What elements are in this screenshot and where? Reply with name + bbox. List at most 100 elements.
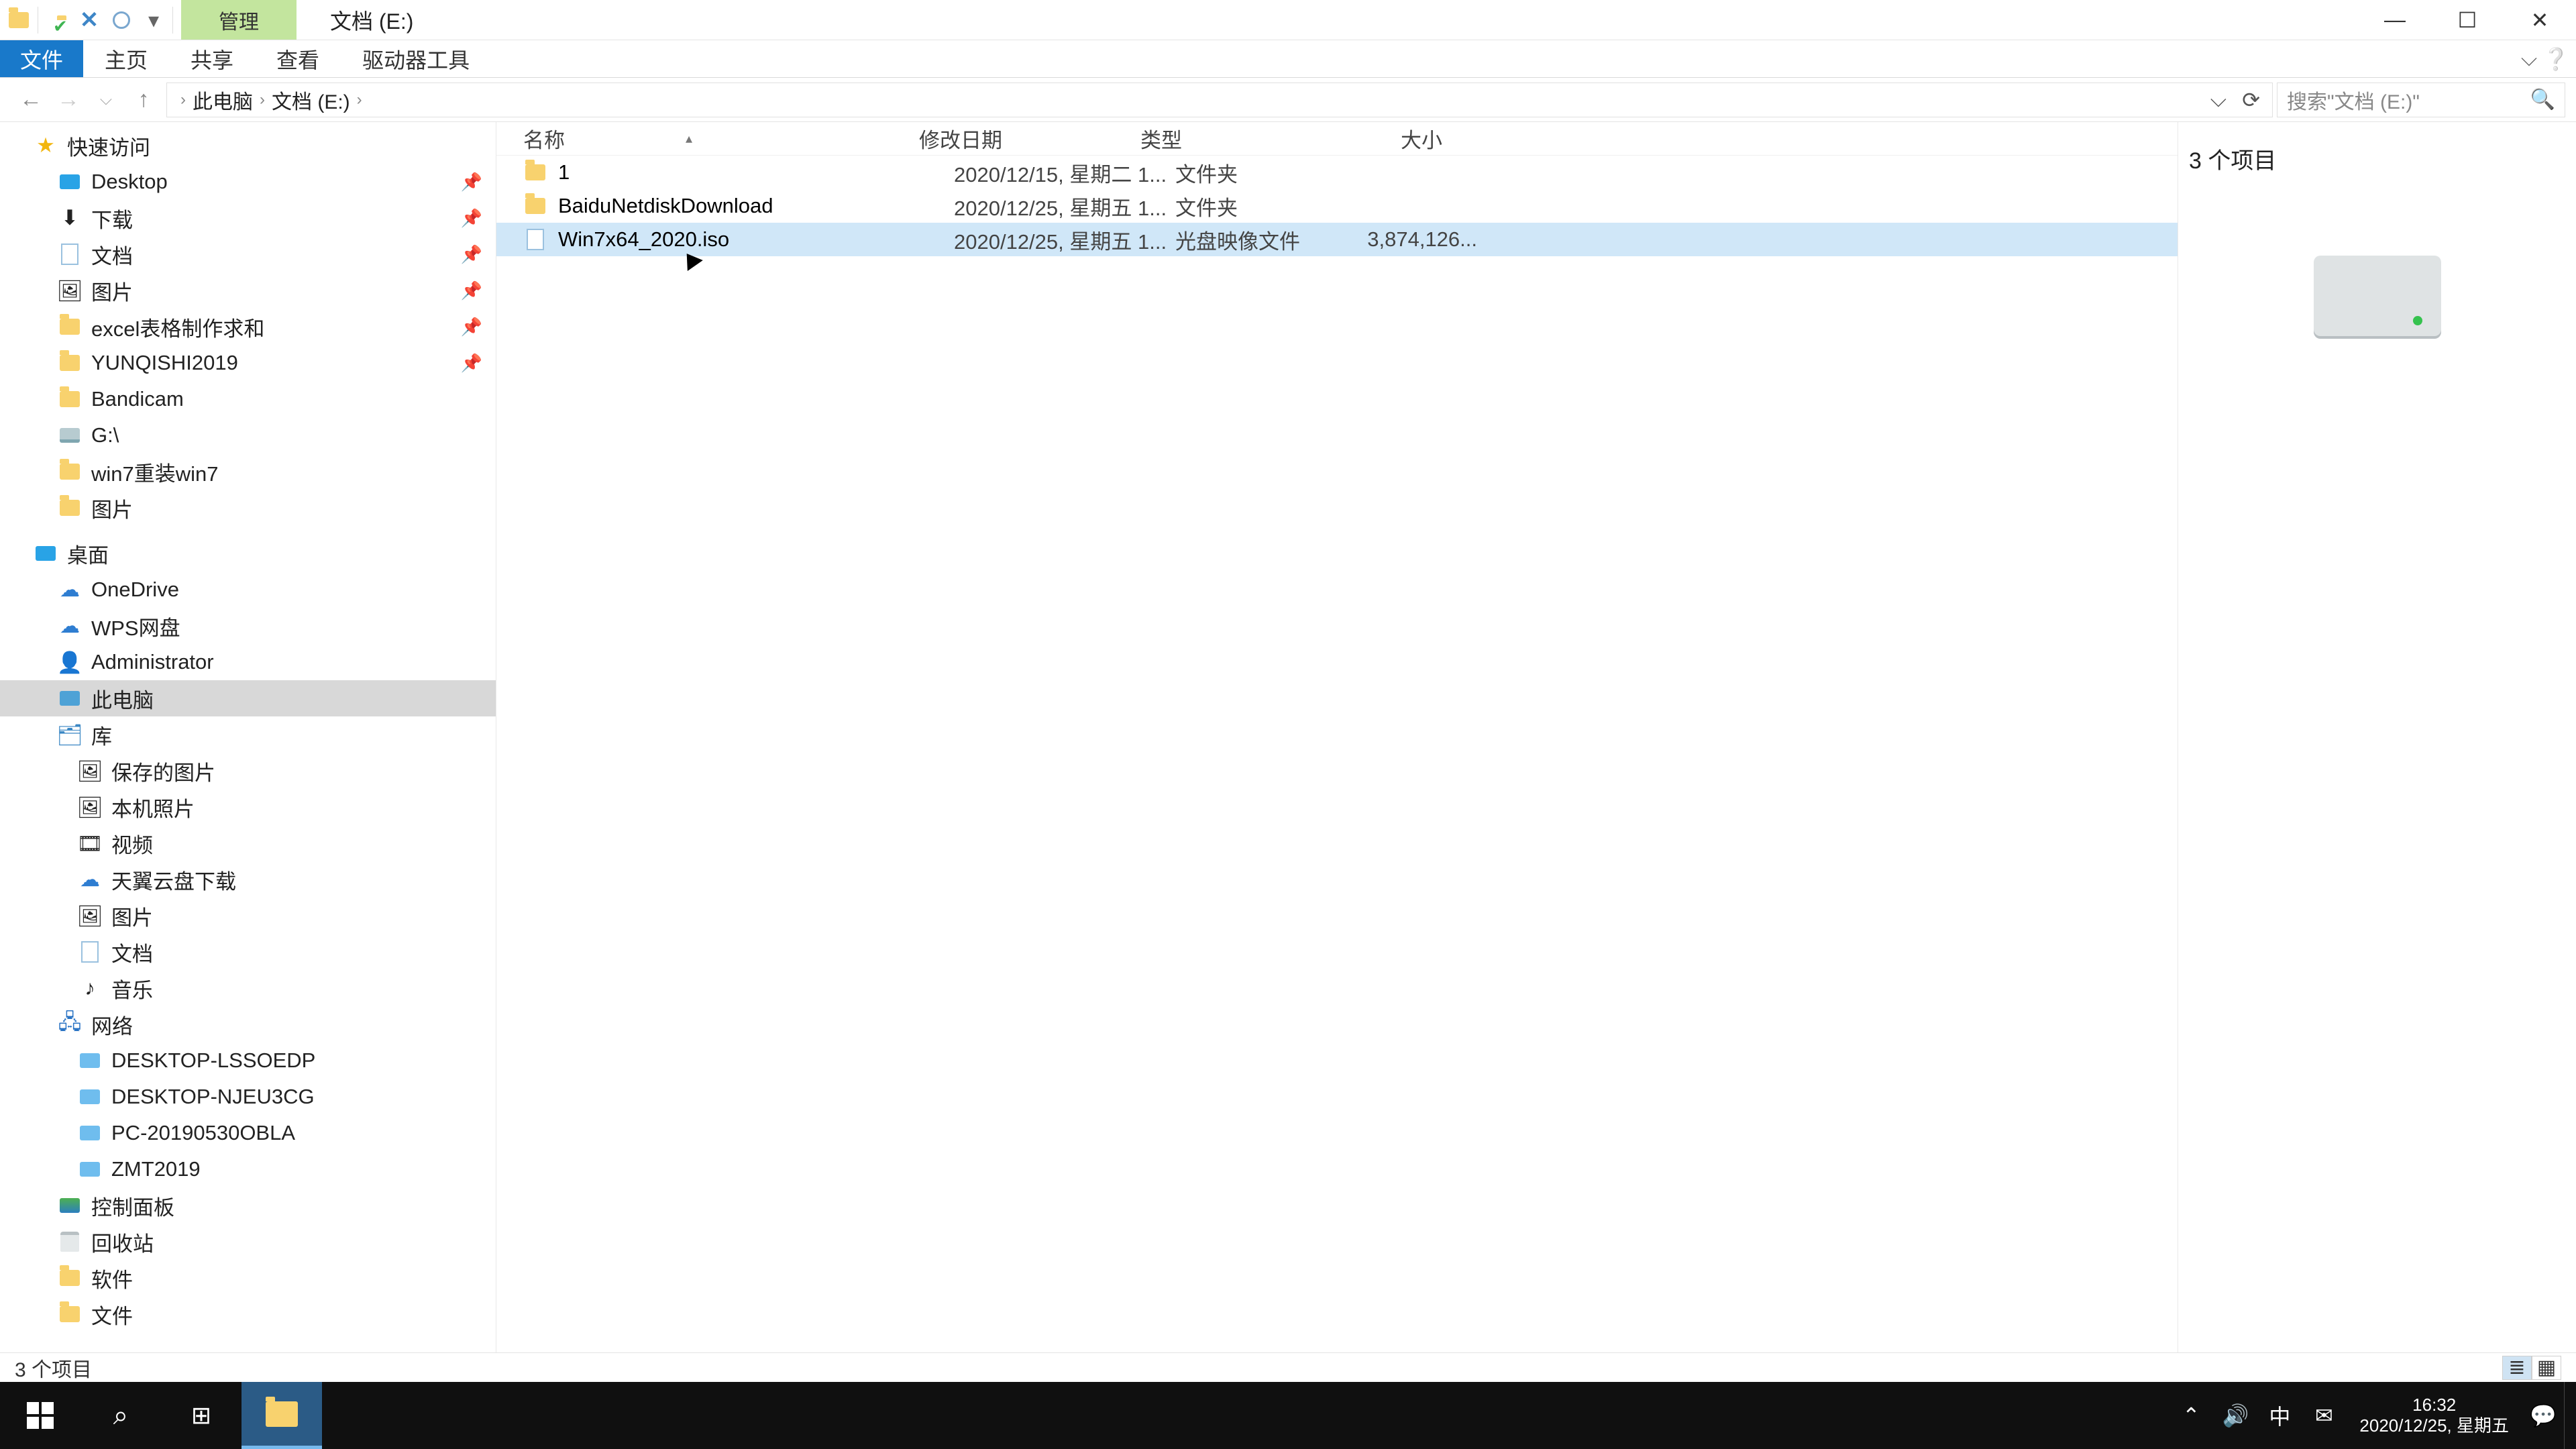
file-date: 2020/12/15, 星期二 1... bbox=[954, 158, 1175, 188]
nav-label: 文档 bbox=[91, 239, 133, 270]
nav-lib-music[interactable]: ♪音乐 bbox=[0, 970, 496, 1006]
file-row[interactable]: BaiduNetdiskDownload2020/12/25, 星期五 1...… bbox=[496, 189, 2178, 223]
ribbon-collapse-icon[interactable]: ⌵ bbox=[2516, 40, 2542, 77]
maximize-button[interactable]: ☐ bbox=[2431, 0, 2504, 40]
cloud-icon: ☁ bbox=[78, 867, 102, 892]
nav-lib-documents[interactable]: 文档 bbox=[0, 934, 496, 970]
recycle-bin-icon bbox=[58, 1230, 82, 1254]
forward-button[interactable]: → bbox=[50, 81, 87, 119]
clock[interactable]: 16:32 2020/12/25, 星期五 bbox=[2346, 1395, 2522, 1436]
chevron-right-icon[interactable]: › bbox=[260, 91, 265, 109]
nav-lib-savedpics[interactable]: 🖼保存的图片 bbox=[0, 753, 496, 789]
pin-icon: 📌 bbox=[461, 280, 482, 301]
address-dropdown-icon[interactable]: ⌵ bbox=[2210, 87, 2226, 113]
nav-folder-soft[interactable]: 软件 bbox=[0, 1260, 496, 1296]
nav-lib-videos[interactable]: 🎞视频 bbox=[0, 825, 496, 861]
tray-overflow-icon[interactable]: ⌃ bbox=[2169, 1382, 2213, 1449]
ribbon-tabs: 文件 主页 共享 查看 驱动器工具 ⌵ ❔ bbox=[0, 40, 2576, 78]
address-bar[interactable]: › 此电脑 › 文档 (E:) › ⌵ ⟳ bbox=[166, 83, 2273, 117]
app-icon[interactable] bbox=[4, 5, 34, 35]
chevron-right-icon[interactable]: › bbox=[357, 91, 362, 109]
nav-quick-access[interactable]: ★快速访问 bbox=[0, 127, 496, 164]
up-button[interactable]: ↑ bbox=[125, 81, 162, 119]
nav-thispc[interactable]: 此电脑 bbox=[0, 680, 496, 716]
search-icon[interactable]: 🔍 bbox=[2530, 88, 2555, 111]
nav-label: ZMT2019 bbox=[111, 1157, 201, 1181]
search-input[interactable]: 搜索"文档 (E:)" 🔍 bbox=[2277, 83, 2565, 117]
file-date: 2020/12/25, 星期五 1... bbox=[954, 225, 1175, 255]
ime-indicator[interactable]: 中 bbox=[2257, 1382, 2302, 1449]
tab-home[interactable]: 主页 bbox=[83, 40, 169, 77]
folder-icon bbox=[58, 1266, 82, 1290]
nav-wps[interactable]: ☁WPS网盘 bbox=[0, 608, 496, 644]
file-row[interactable]: 12020/12/15, 星期二 1...文件夹 bbox=[496, 156, 2178, 189]
nav-folder-win7[interactable]: win7重装win7 bbox=[0, 453, 496, 490]
control-panel-icon bbox=[58, 1193, 82, 1218]
nav-drive-g[interactable]: G:\ bbox=[0, 417, 496, 453]
checkmark-folder-icon[interactable]: ✔ bbox=[42, 5, 72, 35]
chevron-right-icon[interactable]: › bbox=[180, 91, 186, 109]
properties-icon[interactable] bbox=[107, 5, 136, 35]
nav-desktop-root[interactable]: 桌面 bbox=[0, 535, 496, 572]
start-button[interactable] bbox=[0, 1382, 80, 1449]
nav-desktop[interactable]: Desktop📌 bbox=[0, 164, 496, 200]
pc-icon bbox=[78, 1085, 102, 1109]
refresh-icon[interactable]: ⟳ bbox=[2242, 87, 2260, 113]
nav-label: 控制面板 bbox=[91, 1191, 174, 1221]
nav-lib-cameraroll[interactable]: 🖼本机照片 bbox=[0, 789, 496, 825]
file-row[interactable]: Win7x64_2020.iso2020/12/25, 星期五 1...光盘映像… bbox=[496, 223, 2178, 256]
file-type: 光盘映像文件 bbox=[1175, 225, 1356, 255]
nav-network-pc3[interactable]: PC-20190530OBLA bbox=[0, 1115, 496, 1151]
nav-folder-yunqishi[interactable]: YUNQISHI2019📌 bbox=[0, 345, 496, 381]
close-button[interactable]: ✕ bbox=[2504, 0, 2576, 40]
back-button[interactable]: ← bbox=[12, 81, 50, 119]
close-icon[interactable]: ✕ bbox=[74, 5, 104, 35]
nav-folder-pictures2[interactable]: 图片 bbox=[0, 490, 496, 526]
minimize-button[interactable]: — bbox=[2359, 0, 2431, 40]
tab-file[interactable]: 文件 bbox=[0, 40, 83, 77]
breadcrumb-drive[interactable]: 文档 (E:) bbox=[272, 85, 350, 115]
task-view-button[interactable]: ⊞ bbox=[161, 1382, 241, 1449]
nav-label: 软件 bbox=[91, 1263, 133, 1293]
nav-folder-files[interactable]: 文件 bbox=[0, 1296, 496, 1332]
view-thumbnails-button[interactable]: ▦ bbox=[2532, 1356, 2561, 1380]
column-size[interactable]: 大小 bbox=[1322, 123, 1442, 154]
nav-label: 图片 bbox=[91, 493, 133, 523]
search-button[interactable]: ⌕ bbox=[80, 1382, 161, 1449]
breadcrumb-thispc[interactable]: 此电脑 bbox=[193, 85, 253, 115]
nav-documents[interactable]: 文档📌 bbox=[0, 236, 496, 272]
nav-network-pc2[interactable]: DESKTOP-NJEU3CG bbox=[0, 1079, 496, 1115]
column-name[interactable]: 名称▴ bbox=[523, 123, 919, 154]
help-icon[interactable]: ❔ bbox=[2542, 40, 2569, 77]
tab-share[interactable]: 共享 bbox=[169, 40, 255, 77]
volume-icon[interactable]: 🔊 bbox=[2213, 1382, 2257, 1449]
column-date[interactable]: 修改日期 bbox=[919, 123, 1140, 154]
action-center-icon[interactable]: 💬 bbox=[2522, 1382, 2564, 1449]
nav-label: 保存的图片 bbox=[111, 756, 215, 786]
recent-dropdown-icon[interactable]: ⌵ bbox=[87, 81, 125, 119]
tab-drive-tools[interactable]: 驱动器工具 bbox=[341, 40, 491, 77]
nav-lib-tianyi[interactable]: ☁天翼云盘下载 bbox=[0, 861, 496, 898]
nav-network-pc1[interactable]: DESKTOP-LSSOEDP bbox=[0, 1042, 496, 1079]
tab-manage[interactable]: 管理 bbox=[181, 0, 297, 40]
nav-pictures[interactable]: 🖼图片📌 bbox=[0, 272, 496, 309]
tab-view[interactable]: 查看 bbox=[255, 40, 341, 77]
nav-lib-pictures[interactable]: 🖼图片 bbox=[0, 898, 496, 934]
view-details-button[interactable]: ≣ bbox=[2502, 1356, 2532, 1380]
nav-folder-bandicam[interactable]: Bandicam bbox=[0, 381, 496, 417]
column-type[interactable]: 类型 bbox=[1140, 123, 1322, 154]
nav-user-admin[interactable]: 👤Administrator bbox=[0, 644, 496, 680]
nav-network[interactable]: 🖧网络 bbox=[0, 1006, 496, 1042]
qat-dropdown-icon[interactable]: ▾ bbox=[139, 5, 168, 35]
nav-onedrive[interactable]: ☁OneDrive bbox=[0, 572, 496, 608]
nav-recycle-bin[interactable]: 回收站 bbox=[0, 1224, 496, 1260]
nav-control-panel[interactable]: 控制面板 bbox=[0, 1187, 496, 1224]
mail-tray-icon[interactable]: ✉ bbox=[2302, 1382, 2346, 1449]
show-desktop-button[interactable] bbox=[2564, 1382, 2576, 1449]
nav-downloads[interactable]: ⬇下载📌 bbox=[0, 200, 496, 236]
nav-libraries[interactable]: 🗂库 bbox=[0, 716, 496, 753]
nav-folder-excel[interactable]: excel表格制作求和📌 bbox=[0, 309, 496, 345]
column-headers: 名称▴ 修改日期 类型 大小 bbox=[496, 122, 2178, 156]
taskbar-file-explorer[interactable] bbox=[241, 1382, 322, 1449]
nav-network-pc4[interactable]: ZMT2019 bbox=[0, 1151, 496, 1187]
